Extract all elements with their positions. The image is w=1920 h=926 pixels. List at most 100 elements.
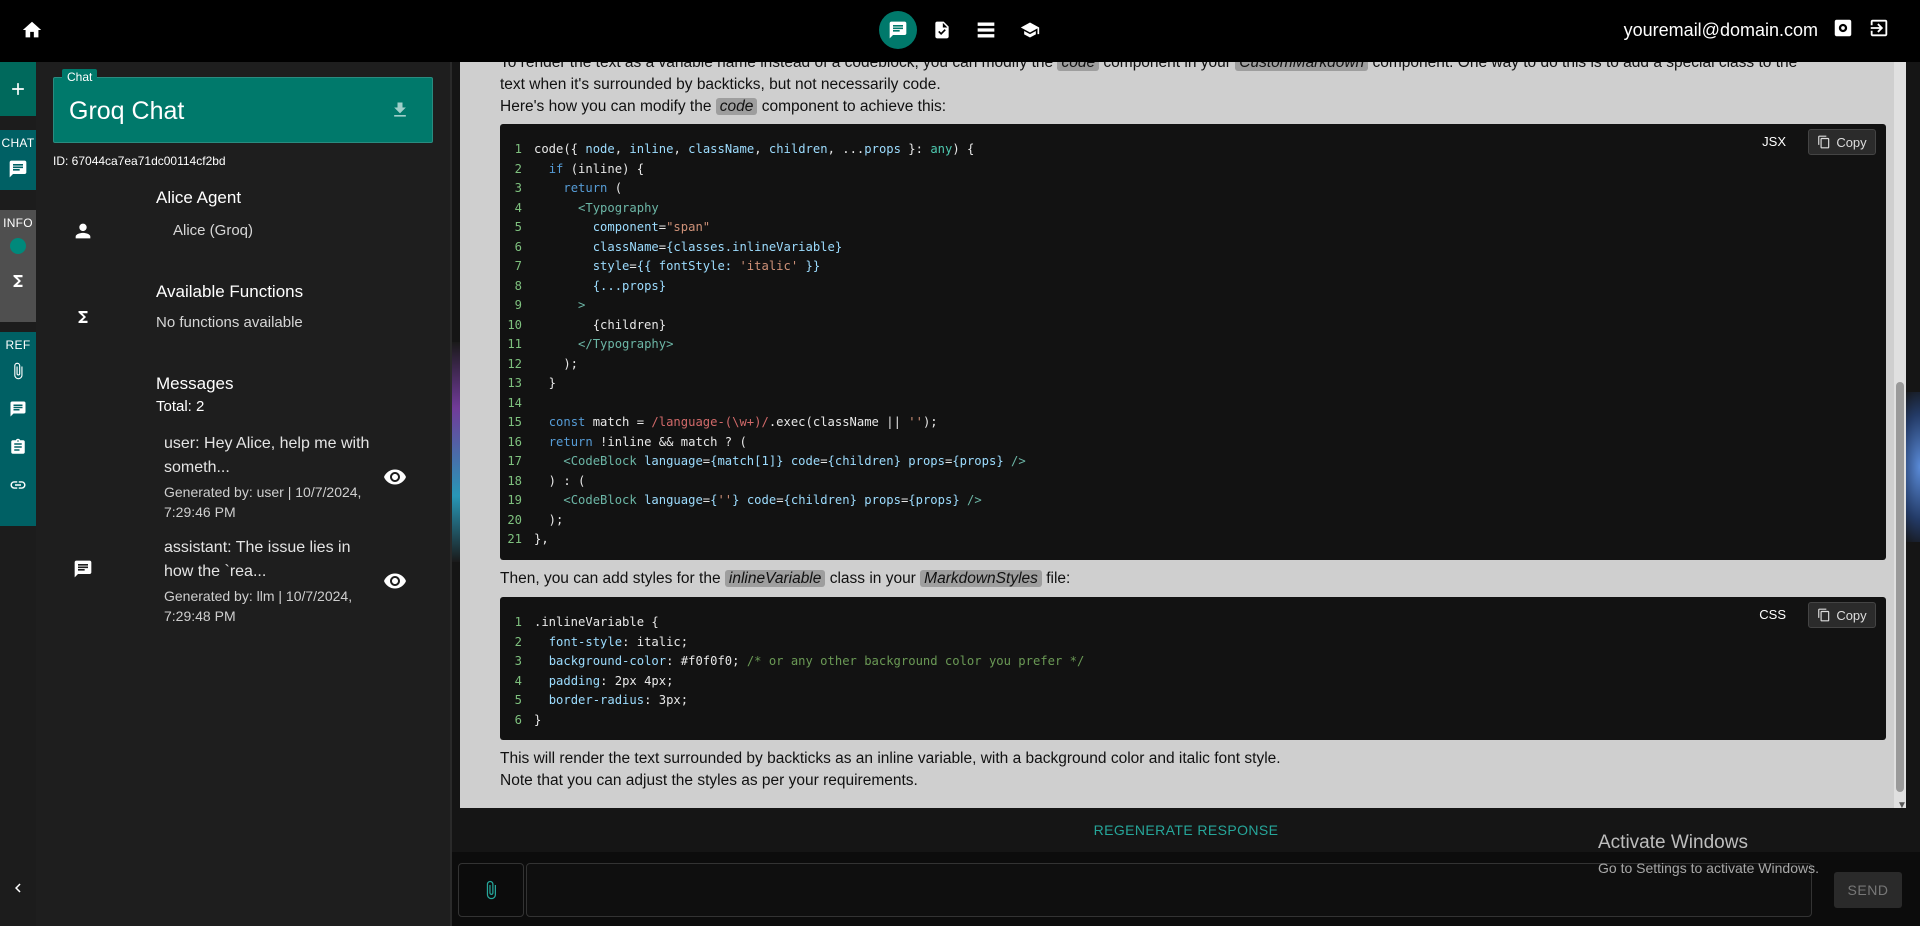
list-icon[interactable] <box>967 11 1005 49</box>
list-item[interactable]: assistant: The issue lies in how the `re… <box>164 536 384 626</box>
windows-activation-watermark: Activate Windows Go to Settings to activ… <box>1598 832 1819 876</box>
code-line: 3 background-color: #f0f0f0; /* or any o… <box>514 654 1085 668</box>
document-check-icon[interactable] <box>923 11 961 49</box>
attachment-icon[interactable] <box>0 352 36 390</box>
text-span: class in your <box>829 570 916 587</box>
scroll-down-icon[interactable]: ▼ <box>1897 800 1907 811</box>
sigma-icon <box>70 304 96 330</box>
new-chat-button[interactable] <box>0 62 36 116</box>
rail-chat-label: CHAT <box>1 136 35 150</box>
assistant-message: To render the text as a variable name in… <box>460 62 1894 808</box>
decorative-glow <box>452 342 460 562</box>
inline-code: CustomMarkdown <box>1235 62 1369 71</box>
text-span: To render the text as a variable name in… <box>500 62 1054 71</box>
code-line: 11 </Typography> <box>507 337 674 351</box>
code-line: 18 ) : ( <box>507 473 586 488</box>
messages-total: Total: 2 <box>156 398 205 415</box>
school-icon[interactable] <box>1011 11 1049 49</box>
list-item[interactable]: user: Hey Alice, help me with someth... … <box>164 432 384 522</box>
attach-button[interactable] <box>458 863 524 917</box>
code-line: 5 component="span" <box>514 220 711 234</box>
functions-subtitle: No functions available <box>156 314 303 331</box>
scroll-thumb[interactable] <box>1896 382 1904 792</box>
message-paragraph: text when it's surrounded by backticks, … <box>500 76 941 93</box>
sigma-icon[interactable] <box>0 262 36 300</box>
copy-button[interactable]: Copy <box>1808 129 1876 155</box>
watermark-title: Activate Windows <box>1598 832 1748 853</box>
text-span: component. One way to do this is to add … <box>1372 62 1798 71</box>
message-preview: user: Hey Alice, help me with someth... <box>164 435 370 476</box>
message-ref-icon[interactable] <box>0 390 36 428</box>
text-span: Then, you can add styles for the <box>500 570 721 587</box>
text-span: file: <box>1046 570 1071 587</box>
message-preview: assistant: The issue lies in how the `re… <box>164 539 351 580</box>
left-rail: CHAT INFO REF <box>0 62 36 926</box>
code-line: 19 <CodeBlock language={''} code={childr… <box>507 493 982 507</box>
inline-code: code <box>715 98 758 115</box>
logout-icon[interactable] <box>1868 17 1890 44</box>
code-line: 7 style={{ fontStyle: 'italic' }} <box>514 259 821 273</box>
code-line: 16 return !inline && match ? ( <box>507 434 747 449</box>
copy-label: Copy <box>1836 134 1867 150</box>
message-paragraph: To render the text as a variable name in… <box>500 62 1797 74</box>
code-lines: 1 .inlineVariable { 2 font-style: italic;… <box>500 613 1085 730</box>
code-line: 20 ); <box>507 512 564 527</box>
collapse-sidebar-icon[interactable] <box>0 870 36 906</box>
code-language: CSS <box>1759 607 1786 622</box>
code-line: 2 if (inline) { <box>514 161 645 176</box>
code-block-jsx: JSX Copy 1 code({ node, inline, className… <box>500 124 1886 560</box>
messages-title: Messages <box>156 374 234 393</box>
inline-code: inlineVariable <box>724 570 826 587</box>
settings-icon[interactable] <box>1832 17 1854 44</box>
code-line: 4 <Typography <box>514 200 659 215</box>
view-message-eye-icon[interactable] <box>382 464 408 490</box>
link-icon[interactable] <box>0 466 36 504</box>
code-line: 12 ); <box>507 356 579 371</box>
person-icon <box>70 218 96 244</box>
copy-icon <box>1818 135 1830 149</box>
rail-ref-section: REF <box>0 332 36 526</box>
chat-icon[interactable] <box>0 150 36 188</box>
code-line: 9 > <box>514 298 586 312</box>
functions-title: Available Functions <box>156 282 304 301</box>
message-scrollbar[interactable] <box>1894 62 1906 808</box>
clipboard-icon[interactable] <box>0 428 36 466</box>
send-button[interactable]: SEND <box>1834 872 1902 908</box>
copy-label: Copy <box>1836 607 1867 623</box>
top-bar: youremail@domain.com <box>0 0 1920 62</box>
chat-icon[interactable] <box>879 11 917 49</box>
plus-icon <box>12 83 24 95</box>
download-icon[interactable] <box>390 100 410 125</box>
copy-button[interactable]: Copy <box>1808 602 1876 628</box>
view-message-eye-icon[interactable] <box>382 568 408 594</box>
home-icon[interactable] <box>19 17 45 43</box>
attachment-icon <box>486 880 496 900</box>
top-nav <box>879 11 1049 49</box>
code-line: 14 <box>507 395 522 410</box>
inline-code: MarkdownStyles <box>920 570 1042 587</box>
code-line: 3 return ( <box>514 181 623 195</box>
message-paragraph: Then, you can add styles for the inlineV… <box>500 568 1070 590</box>
text-span: Here's how you can modify the <box>500 98 712 115</box>
code-language: JSX <box>1762 134 1786 149</box>
agent-name: Alice (Groq) <box>173 222 254 239</box>
user-email: youremail@domain.com <box>1623 20 1818 40</box>
code-line: 8 {...props} <box>514 278 667 293</box>
chat-info-panel: Chat Groq Chat ID: 67044ca7ea71dc00114cf… <box>36 62 450 926</box>
chat-title: Groq Chat <box>69 97 185 125</box>
chat-title-card[interactable]: Chat Groq Chat <box>53 69 433 143</box>
message-icon <box>70 556 96 582</box>
code-line: 17 <CodeBlock language={match[1]} code={… <box>507 454 1026 468</box>
code-line: 2 font-style: italic; <box>514 634 689 649</box>
code-line: 6} <box>514 712 542 727</box>
rail-ref-label: REF <box>5 338 31 352</box>
account-area: youremail@domain.com <box>1624 17 1890 44</box>
message-meta: Generated by: user | 10/7/2024, 7:29:46 … <box>164 484 362 520</box>
code-line: 4 padding: 2px 4px; <box>514 673 674 688</box>
code-line: 1 .inlineVariable { <box>514 615 659 629</box>
code-block-css: CSS Copy 1 .inlineVariable { 2 font-style… <box>500 597 1886 740</box>
code-line: 10 {children} <box>507 317 667 332</box>
chat-id: ID: 67044ca7ea71dc00114cf2bd <box>53 154 226 168</box>
copy-icon <box>1818 608 1830 622</box>
agent-status-icon[interactable] <box>0 230 36 262</box>
